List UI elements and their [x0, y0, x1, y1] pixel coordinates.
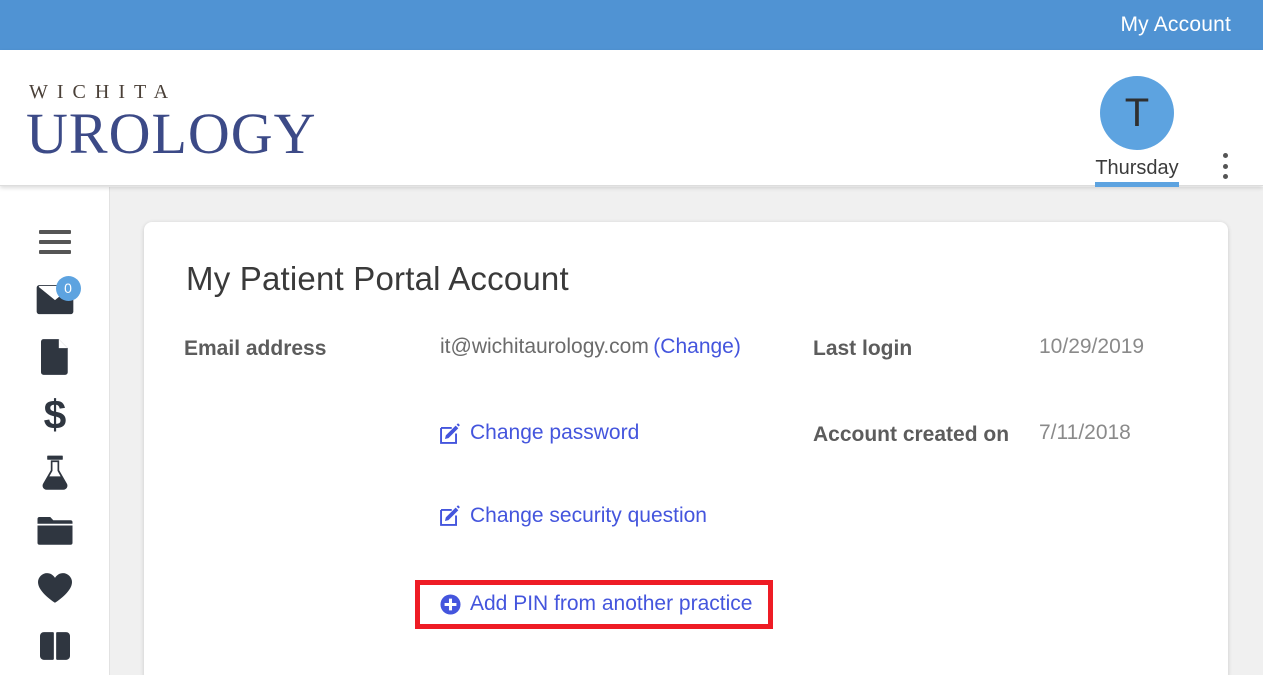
grid-spacer-d1: [184, 629, 440, 675]
document-icon: [40, 339, 68, 376]
grid-spacer-b4: [1039, 449, 1188, 504]
sidebar-item-labs[interactable]: [20, 444, 90, 502]
change-security-question-label: Change security question: [470, 503, 707, 527]
email-address-label: Email address: [184, 337, 327, 360]
grid-spacer-b2: [440, 449, 813, 504]
lab-flask-icon: [42, 455, 67, 490]
folder-icon: [37, 516, 72, 545]
hamburger-bar-2: [38, 239, 71, 244]
grid-spacer-c4: [1039, 531, 1188, 586]
edit-pencil-icon: [440, 422, 460, 444]
sidebar-item-messages[interactable]: 0: [20, 271, 90, 329]
edit-pencil-icon: [440, 505, 460, 526]
change-security-question-cell: Change security question: [440, 504, 813, 532]
top-utility-bar: My Account: [0, 0, 1263, 50]
grid-spacer-a1: [184, 361, 440, 421]
avatar: T: [1100, 76, 1174, 150]
email-address-value: it@wichitaurology.com: [440, 335, 649, 358]
current-user-tab[interactable]: T Thursday: [1079, 76, 1195, 187]
wichita-urology-logo[interactable]: WICHITA UROLOGY: [26, 82, 317, 163]
kebab-dot-1: [1222, 153, 1228, 158]
change-email-link[interactable]: (Change): [653, 335, 741, 358]
account-card: My Patient Portal Account Email address …: [144, 222, 1228, 675]
hamburger-bar-1: [38, 229, 71, 234]
grid-spacer-a4: [1039, 361, 1188, 421]
grid-spacer-b1: [184, 449, 440, 504]
more-options-icon[interactable]: [1214, 150, 1236, 182]
kebab-dot-2: [1222, 163, 1228, 169]
add-pin-cell: Add PIN from another practice: [415, 580, 813, 629]
account-created-value: 7/11/2018: [1039, 421, 1131, 444]
grid-spacer-d2: [440, 629, 813, 675]
grid-spacer-d3: [813, 629, 1039, 675]
site-header: WICHITA UROLOGY T Thursday: [0, 50, 1263, 187]
add-pin-highlight-box: Add PIN from another practice: [415, 580, 774, 629]
book-icon: [39, 632, 70, 660]
sidebar-item-health[interactable]: [20, 560, 90, 618]
dollar-sign-icon: $: [43, 396, 66, 434]
logo-line-urology: UROLOGY: [26, 101, 317, 166]
account-created-label: Account created on: [813, 423, 1010, 446]
change-password-cell: Change password: [440, 421, 813, 449]
grid-spacer-a2: [440, 361, 813, 421]
last-login-value: 10/29/2019: [1039, 335, 1145, 358]
my-account-link[interactable]: My Account: [1120, 13, 1263, 37]
hamburger-menu-icon: [38, 229, 71, 254]
add-pin-label: Add PIN from another practice: [470, 592, 753, 615]
kebab-dot-3: [1222, 174, 1228, 179]
active-tab-underline: [1095, 182, 1179, 187]
left-nav-rail: 0 $: [0, 187, 110, 675]
hamburger-bar-3: [38, 249, 71, 254]
grid-spacer-d4: [1039, 629, 1188, 675]
grid-spacer-a3: [813, 361, 1039, 421]
plus-circle-icon: [440, 593, 461, 615]
user-name-label: Thursday: [1095, 157, 1179, 179]
email-address-value-cell: it@wichitaurology.com (Change): [440, 335, 813, 359]
heart-icon: [37, 573, 72, 604]
logo-line-wichita: WICHITA: [29, 81, 178, 103]
sidebar-item-education[interactable]: [20, 617, 90, 675]
grid-spacer-c1: [184, 531, 440, 586]
last-login-label: Last login: [813, 337, 913, 360]
change-password-label: Change password: [470, 421, 640, 444]
sidebar-item-menu[interactable]: [20, 213, 90, 271]
change-password-link[interactable]: Change password: [440, 421, 639, 445]
messages-unread-badge: 0: [55, 275, 81, 301]
change-security-question-link[interactable]: Change security question: [440, 504, 707, 528]
account-details-grid: Email address it@wichitaurology.com (Cha…: [184, 335, 1188, 675]
sidebar-item-billing[interactable]: $: [20, 386, 90, 444]
grid-spacer-c2: [440, 531, 813, 586]
main-content-area: My Patient Portal Account Email address …: [110, 187, 1263, 675]
page-title: My Patient Portal Account: [186, 260, 569, 297]
grid-spacer-c3: [813, 531, 1039, 586]
add-pin-link[interactable]: Add PIN from another practice: [440, 592, 752, 616]
svg-text:$: $: [43, 396, 66, 434]
sidebar-item-documents[interactable]: [20, 329, 90, 387]
sidebar-item-records[interactable]: [20, 502, 90, 560]
grid-spacer-b3: [813, 449, 1039, 504]
